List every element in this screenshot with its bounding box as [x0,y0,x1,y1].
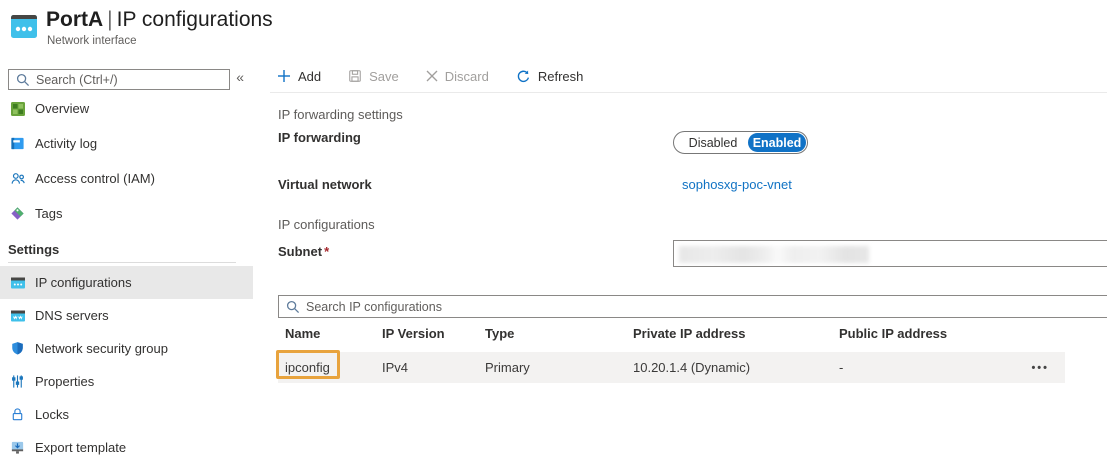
required-asterisk: * [322,244,329,259]
section-title-ip-forwarding-settings: IP forwarding settings [278,107,403,122]
sidebar-item-tags[interactable]: Tags [0,197,253,230]
add-button[interactable]: Add [277,69,321,84]
sidebar-item-label: IP configurations [35,275,132,290]
network-security-group-icon [9,340,26,357]
sidebar-item-label: DNS servers [35,308,109,323]
toggle-option-enabled[interactable]: Enabled [748,133,806,152]
sidebar: « Overview Activity log Access control (… [0,60,256,456]
sidebar-item-access-control[interactable]: Access control (IAM) [0,162,253,195]
sidebar-item-export-template[interactable]: Export template [0,431,253,464]
ip-forwarding-label: IP forwarding [278,130,361,145]
sidebar-collapse-button[interactable]: « [236,69,244,85]
toggle-option-disabled[interactable]: Disabled [674,136,748,150]
refresh-icon [516,69,531,84]
sidebar-item-network-security-group[interactable]: Network security group [0,332,253,365]
sidebar-item-label: Tags [35,206,62,221]
add-icon [277,69,291,83]
ip-configurations-search-input[interactable] [306,300,1107,314]
column-header-ip-version[interactable]: IP Version [382,326,485,346]
page-title: PortA|IP configurations [46,8,273,32]
sidebar-item-label: Overview [35,101,89,116]
page-subtitle: Network interface [47,35,136,47]
save-button-label: Save [369,69,399,84]
row-context-menu-button[interactable]: ••• [1031,362,1065,374]
table-header: Name IP Version Type Private IP address … [278,326,1107,346]
save-icon [348,69,362,83]
sidebar-item-label: Export template [35,440,126,455]
refresh-button-label: Refresh [538,69,584,84]
search-icon [16,73,30,87]
sidebar-item-label: Locks [35,407,69,422]
sidebar-settings-header: Settings [8,242,59,257]
dns-servers-icon [9,307,26,324]
sidebar-item-activity-log[interactable]: Activity log [0,127,253,160]
sidebar-item-label: Activity log [35,136,97,151]
ip-forwarding-toggle[interactable]: Disabled Enabled [673,131,808,154]
sidebar-item-label: Access control (IAM) [35,171,155,186]
discard-button[interactable]: Discard [426,69,489,84]
settings-divider [8,262,236,263]
subnet-label: Subnet* [278,244,329,259]
activity-log-icon [9,135,26,152]
cell-ip-version: IPv4 [382,360,485,375]
discard-icon [426,70,438,82]
add-button-label: Add [298,69,321,84]
sidebar-item-label: Properties [35,374,94,389]
sidebar-item-label: Network security group [35,341,168,356]
sidebar-search-box[interactable] [8,69,230,90]
cell-type: Primary [485,360,633,375]
main-content: Add Save Discard Refresh IP forwarding s… [270,60,1107,456]
ip-configurations-icon [9,274,26,291]
column-header-public-ip[interactable]: Public IP address [839,326,999,346]
cell-name[interactable]: ipconfig [278,360,382,375]
sidebar-item-overview[interactable]: Overview [0,92,253,125]
table-row[interactable]: ipconfig IPv4 Primary 10.20.1.4 (Dynamic… [278,352,1065,383]
page-header: PortA|IP configurations Network interfac… [0,0,1107,58]
cell-private-ip: 10.20.1.4 (Dynamic) [633,360,839,375]
ip-configurations-search-box[interactable] [278,295,1107,318]
export-template-icon [9,439,26,456]
sidebar-item-dns-servers[interactable]: DNS servers [0,299,253,332]
tags-icon [9,205,26,222]
section-title-ip-configurations: IP configurations [278,217,375,232]
column-header-name[interactable]: Name [278,326,382,346]
virtual-network-label: Virtual network [278,177,372,192]
command-bar: Add Save Discard Refresh [270,60,1107,93]
sidebar-item-ip-configurations[interactable]: IP configurations [0,266,253,299]
sidebar-item-locks[interactable]: Locks [0,398,253,431]
virtual-network-link[interactable]: sophosxg-poc-vnet [682,177,792,192]
locks-icon [9,406,26,423]
access-control-icon [9,170,26,187]
overview-icon [9,100,26,117]
sidebar-search-input[interactable] [36,73,216,87]
refresh-button[interactable]: Refresh [516,69,584,84]
network-interface-icon [10,13,38,40]
subnet-dropdown[interactable] [673,240,1107,267]
column-header-type[interactable]: Type [485,326,633,346]
search-icon [286,300,300,314]
column-header-private-ip[interactable]: Private IP address [633,326,839,346]
discard-button-label: Discard [445,69,489,84]
save-button[interactable]: Save [348,69,399,84]
properties-icon [9,373,26,390]
sidebar-item-properties[interactable]: Properties [0,365,253,398]
cell-public-ip: - [839,360,999,375]
subnet-redacted-value [679,246,869,263]
